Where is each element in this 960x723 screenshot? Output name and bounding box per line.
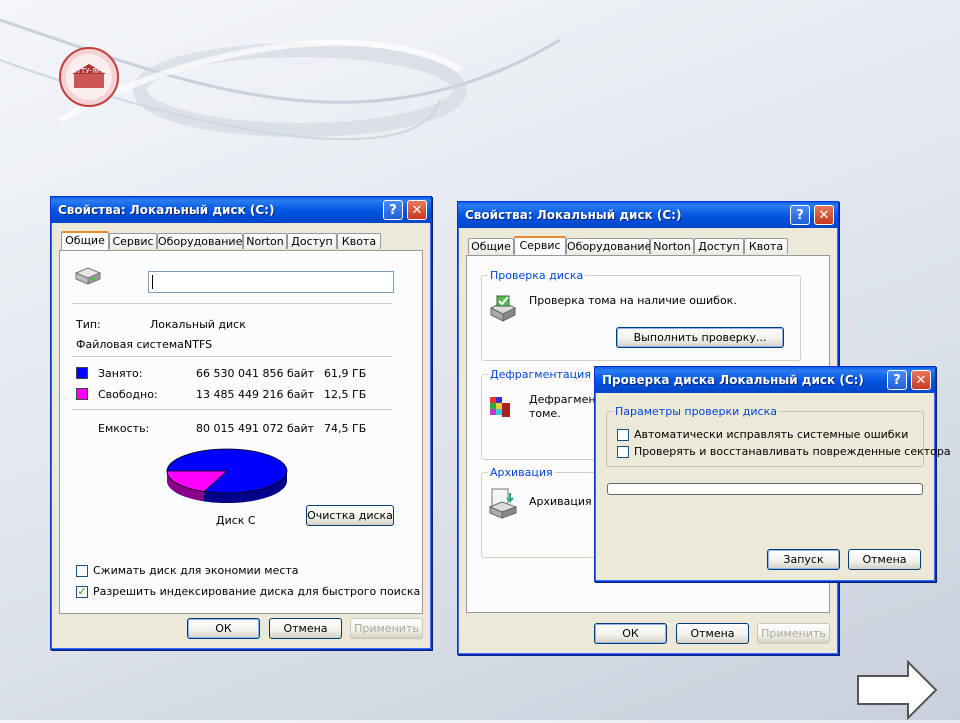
defrag-text: томе. (529, 407, 561, 420)
properties-window-general: Свойства: Локальный диск (C:) ? ✕ Общие … (50, 196, 432, 650)
tab-hardware[interactable]: Оборудование (566, 238, 651, 254)
tab-sharing[interactable]: Доступ (287, 233, 337, 249)
tab-general[interactable]: Общие (61, 231, 109, 250)
check-disk-group: Проверка диска Проверка тома на наличие … (481, 269, 801, 361)
defrag-text: Дефрагмен (529, 393, 596, 406)
fs-label: Файловая система: (76, 338, 188, 351)
close-icon[interactable]: ✕ (814, 205, 834, 225)
fs-value: NTFS (184, 338, 213, 351)
index-label: Разрешить индексирование диска для быстр… (93, 585, 421, 598)
index-checkbox[interactable]: ✓ (76, 586, 88, 598)
general-panel: Тип: Локальный диск Файловая система: NT… (59, 250, 423, 614)
progress-bar (607, 483, 923, 495)
backup-icon (488, 487, 518, 522)
group-label: Параметры проверки диска (613, 405, 779, 418)
apply-button[interactable]: Применить (350, 618, 423, 639)
check-disk-dialog: Проверка диска Локальный диск (C:) ? ✕ П… (594, 366, 951, 582)
recover-sectors-checkbox[interactable] (617, 446, 629, 458)
group-label: Дефрагментация ди (488, 368, 612, 381)
auto-fix-label: Автоматически исправлять системные ошибк… (634, 428, 909, 441)
check-options-group: Параметры проверки диска Автоматически и… (606, 405, 951, 467)
type-value: Локальный диск (150, 318, 246, 331)
auto-fix-checkbox[interactable] (617, 429, 629, 441)
defrag-icon (488, 393, 514, 426)
tab-quota[interactable]: Квота (337, 233, 381, 249)
disk-cleanup-button[interactable]: Очистка диска (306, 505, 394, 526)
window-title: Свойства: Локальный диск (C:) (51, 197, 431, 223)
disk-label: Диск C (216, 514, 256, 527)
close-icon[interactable]: ✕ (407, 200, 427, 220)
compress-label: Сжимать диск для экономии места (93, 564, 299, 577)
tab-hardware[interactable]: Оборудование (157, 233, 243, 249)
disk-usage-pie (164, 441, 290, 510)
tab-service[interactable]: Сервис (514, 236, 566, 255)
free-label: Свободно: (98, 388, 158, 401)
check-disk-text: Проверка тома на наличие ошибок. (529, 294, 737, 307)
dialog-title: Проверка диска Локальный диск (C:) (595, 367, 935, 393)
group-label: Проверка диска (488, 269, 586, 282)
start-button[interactable]: Запуск (767, 549, 840, 570)
cancel-button[interactable]: Отмена (269, 618, 342, 639)
help-icon[interactable]: ? (790, 205, 810, 225)
window-title: Свойства: Локальный диск (C:) (458, 202, 838, 228)
tab-norton[interactable]: Norton (650, 238, 694, 254)
run-check-button[interactable]: Выполнить проверку... (616, 327, 784, 348)
group-label: Архивация (488, 466, 555, 479)
used-gb: 61,9 ГБ (324, 367, 367, 380)
apply-button[interactable]: Применить (757, 623, 830, 644)
recover-sectors-label: Проверять и восстанавливать поврежденные… (634, 445, 951, 458)
tab-quota[interactable]: Квота (744, 238, 788, 254)
cancel-button[interactable]: Отмена (676, 623, 749, 644)
used-label: Занято: (98, 367, 143, 380)
close-icon[interactable]: ✕ (911, 370, 931, 390)
tab-service[interactable]: Сервис (109, 233, 157, 249)
ok-button[interactable]: ОК (187, 618, 260, 639)
svg-text:НТТУ-ЯНУ: НТТУ-ЯНУ (72, 67, 108, 75)
type-label: Тип: (76, 318, 101, 331)
used-bytes: 66 530 041 856 байт (196, 367, 315, 380)
text-cursor (152, 275, 153, 289)
drive-icon (74, 267, 102, 288)
free-gb: 12,5 ГБ (324, 388, 367, 401)
help-icon[interactable]: ? (887, 370, 907, 390)
ok-button[interactable]: ОК (594, 623, 667, 644)
free-bytes: 13 485 449 216 байт (196, 388, 315, 401)
tab-sharing[interactable]: Доступ (694, 238, 744, 254)
compress-checkbox[interactable] (76, 565, 88, 577)
tab-norton[interactable]: Norton (243, 233, 287, 249)
tab-general[interactable]: Общие (468, 238, 514, 254)
capacity-bytes: 80 015 491 072 байт (196, 422, 315, 435)
capacity-gb: 74,5 ГБ (324, 422, 367, 435)
separator (72, 356, 392, 357)
capacity-label: Емкость: (98, 422, 150, 435)
check-disk-icon (488, 294, 518, 327)
separator (72, 303, 392, 304)
cancel-button[interactable]: Отмена (848, 549, 921, 570)
next-arrow-icon[interactable] (856, 659, 938, 723)
free-swatch (76, 388, 88, 400)
university-logo: НТТУ-ЯНУ (58, 46, 120, 108)
used-swatch (76, 367, 88, 379)
help-icon[interactable]: ? (383, 200, 403, 220)
volume-label-input[interactable] (148, 271, 394, 293)
separator (72, 409, 392, 410)
